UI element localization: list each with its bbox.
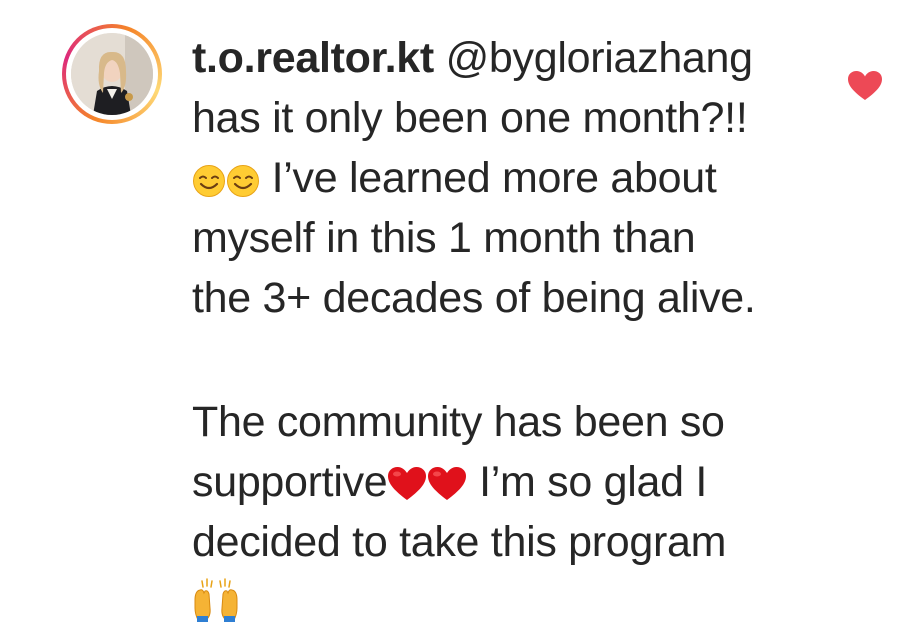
comment-text-line: the 3+ decades of being alive. — [192, 274, 756, 322]
comment-text: I’m so glad I — [479, 458, 707, 506]
like-button[interactable] — [843, 64, 887, 108]
comment-username[interactable]: t.o.realtor.kt — [192, 34, 434, 82]
heart-filled-icon — [848, 71, 882, 100]
comment-text-line — [192, 572, 832, 632]
comment-text: I’ve learned more about — [271, 154, 717, 202]
comment-header-line: t.o.realtor.kt @bygloriazhang — [192, 28, 832, 88]
comment-text-line: I’ve learned more about — [192, 148, 832, 208]
comment-text-line: has it only been one month?!! — [192, 94, 748, 142]
comment-body: t.o.realtor.kt @bygloriazhang has it onl… — [192, 28, 832, 632]
story-ring[interactable] — [62, 24, 162, 124]
comment-mention[interactable]: @bygloriazhang — [446, 34, 754, 82]
comment-text: supportive — [192, 458, 388, 506]
comment-item: t.o.realtor.kt @bygloriazhang has it onl… — [0, 0, 921, 622]
red-heart-icon — [427, 458, 467, 518]
relieved-face-icon — [226, 154, 260, 214]
red-heart-icon — [387, 458, 427, 518]
comment-text-line: decided to take this program — [192, 518, 727, 566]
avatar-photo — [71, 33, 153, 115]
comment-text-line: supportive I’m so glad I — [192, 452, 832, 512]
raising-hands-icon — [192, 578, 240, 638]
avatar[interactable] — [71, 33, 153, 115]
relieved-face-icon — [192, 154, 226, 214]
comment-text-line: The community has been so — [192, 398, 725, 446]
comment-text-line: myself in this 1 month than — [192, 214, 696, 262]
